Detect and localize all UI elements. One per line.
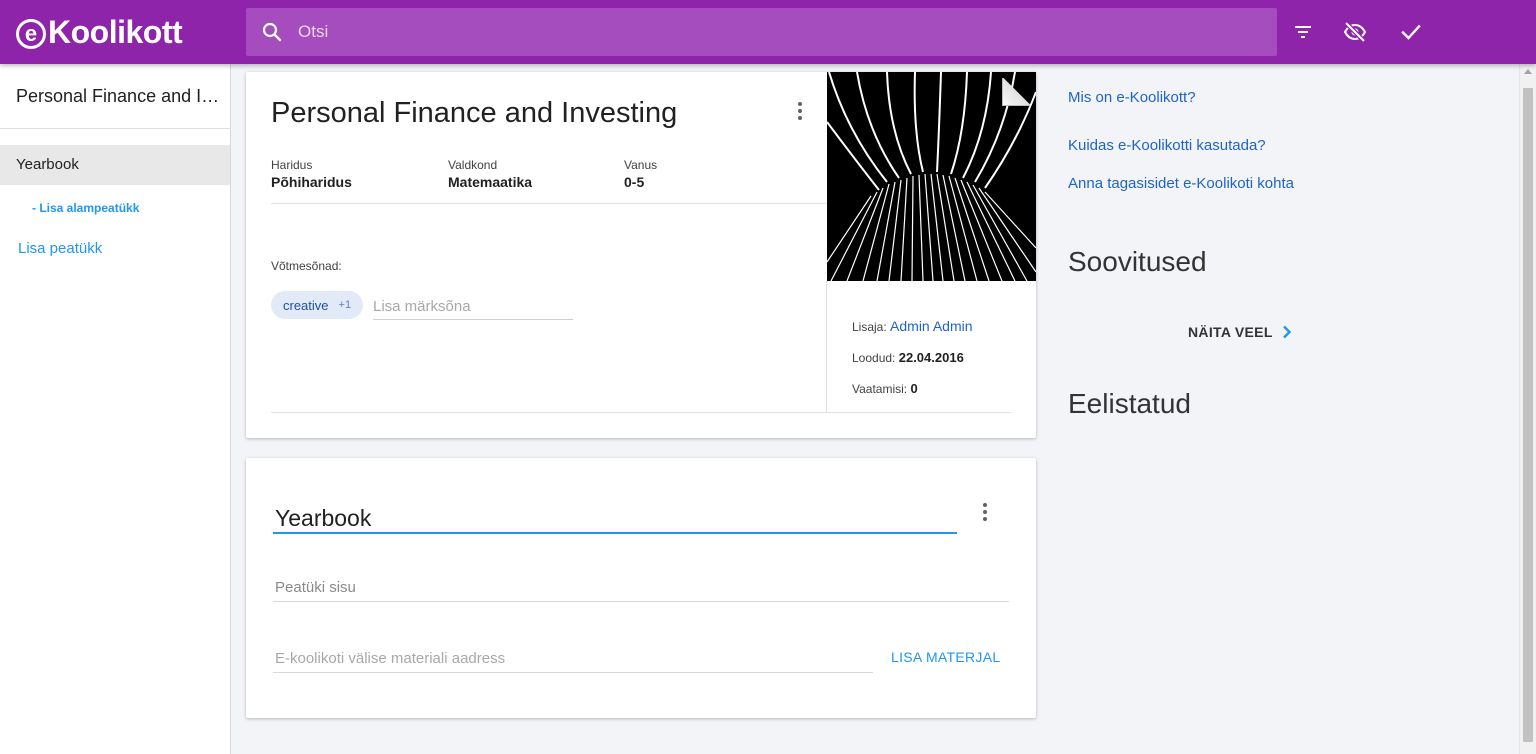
search-input[interactable] xyxy=(298,8,1258,56)
logo[interactable]: e Koolikott xyxy=(16,12,183,52)
sidebar-title: Personal Finance and Investing xyxy=(16,86,221,106)
search-icon[interactable] xyxy=(260,20,284,44)
material-thumbnail[interactable] xyxy=(827,72,1036,281)
search-bar xyxy=(246,8,1277,56)
page-fold xyxy=(1002,78,1030,106)
keywords-label: Võtmesõnad: xyxy=(271,259,342,273)
filter-button[interactable] xyxy=(1287,16,1319,48)
meta-label: Vanus xyxy=(624,158,658,172)
keyword-chip-count: +1 xyxy=(338,299,352,311)
material-url-input[interactable] xyxy=(273,645,873,673)
added-by-label: Lisaja: xyxy=(852,320,887,334)
filter-icon xyxy=(1295,26,1311,38)
recommendations-heading: Soovitused xyxy=(1068,246,1207,277)
card-bottom-divider xyxy=(271,412,1011,413)
chevron-right-icon xyxy=(1282,325,1291,339)
how-to-use-link[interactable]: Kuidas e-Koolikotti kasutada? xyxy=(1068,136,1308,155)
views-value: 0 xyxy=(910,381,918,396)
created-value: 22.04.2016 xyxy=(898,350,964,365)
page-scrollbar[interactable] xyxy=(1519,64,1536,754)
favorites-heading: Eelistatud xyxy=(1068,388,1191,419)
logo-text: Koolikott xyxy=(48,13,183,50)
sidebar-item-yearbook[interactable]: Yearbook xyxy=(0,145,230,185)
meta-value: Matemaatika xyxy=(448,174,533,190)
keyword-input[interactable] xyxy=(373,294,573,320)
created-label: Loodud: xyxy=(852,351,896,365)
added-by: Lisaja: Admin Admin xyxy=(852,318,973,334)
chapter-card: LISA MATERJAL xyxy=(246,458,1036,718)
keyword-chip[interactable]: creative +1 xyxy=(271,291,364,319)
view-count: Vaatamisi: 0 xyxy=(852,381,918,396)
meta-label: Haridus xyxy=(271,158,313,172)
meta-domain: Valdkond Matemaatika xyxy=(448,158,532,190)
add-subchapter-link[interactable]: - Lisa alampeatükk xyxy=(32,201,139,215)
chapter-content-input[interactable] xyxy=(273,574,1009,602)
scroll-thumb[interactable] xyxy=(1523,88,1533,742)
meta-divider xyxy=(271,203,826,204)
what-is-link[interactable]: Mis on e-Koolikott? xyxy=(1068,88,1308,107)
scroll-up-arrow-icon[interactable] xyxy=(1524,69,1532,74)
meta-age: Vanus 0-5 xyxy=(624,158,657,190)
meta-value: 0-5 xyxy=(624,174,645,190)
more-vert-icon xyxy=(983,503,987,507)
show-more-button[interactable]: NÄITA VEEL xyxy=(1188,324,1293,340)
check-icon xyxy=(1401,24,1421,40)
add-material-button[interactable]: LISA MATERJAL xyxy=(891,649,1000,665)
material-title: Personal Finance and Investing xyxy=(271,97,678,129)
add-chapter-link[interactable]: Lisa peatükk xyxy=(18,240,102,257)
confirm-button[interactable] xyxy=(1395,16,1427,48)
hide-button[interactable] xyxy=(1339,16,1371,48)
meta-label: Valdkond xyxy=(448,158,498,172)
created-date: Loodud: 22.04.2016 xyxy=(852,350,964,365)
top-app-bar: e Koolikott xyxy=(0,0,1536,64)
meta-value: Põhiharidus xyxy=(271,174,352,190)
feedback-link[interactable]: Anna tagasisidet e-Koolikoti kohta xyxy=(1068,174,1308,193)
sidebar-divider xyxy=(0,128,230,129)
material-menu-button[interactable] xyxy=(788,99,812,123)
sidebar: Personal Finance and Investing Yearbook … xyxy=(0,64,231,754)
visibility-off-icon xyxy=(1343,21,1367,43)
chapter-title-input[interactable] xyxy=(273,504,957,534)
views-label: Vaatamisi: xyxy=(852,382,908,396)
meta-education: Haridus Põhiharidus xyxy=(271,158,352,190)
show-more-label: NÄITA VEEL xyxy=(1188,324,1273,340)
material-card: Personal Finance and Investing Haridus P… xyxy=(246,72,1036,438)
logo-e-mark: e xyxy=(16,19,46,49)
info-divider xyxy=(826,281,827,412)
chapter-menu-button[interactable] xyxy=(973,500,997,524)
added-by-link[interactable]: Admin Admin xyxy=(890,318,972,334)
more-vert-icon xyxy=(798,102,802,106)
keyword-chip-text: creative xyxy=(283,297,329,313)
